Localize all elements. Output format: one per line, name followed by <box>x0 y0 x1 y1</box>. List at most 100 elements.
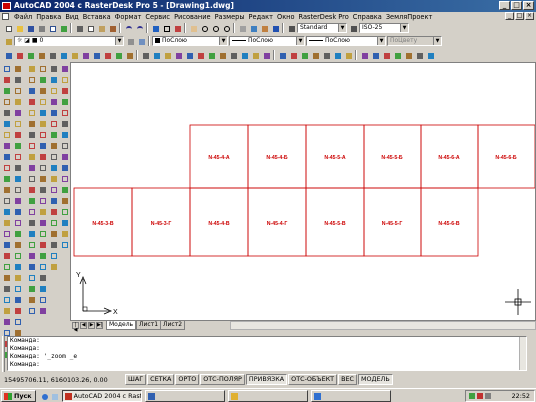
pan-icon[interactable] <box>188 23 198 33</box>
chevron-down-icon[interactable]: ▼ <box>377 37 385 45</box>
raster-edit-icon[interactable] <box>37 129 47 138</box>
dimension-tool-icon[interactable] <box>59 85 69 94</box>
draw-tool-icon[interactable] <box>1 250 11 259</box>
raster-edit-icon[interactable] <box>37 118 47 127</box>
raster-tool-icon[interactable] <box>26 250 36 259</box>
quicklaunch-ie-icon[interactable] <box>39 391 49 401</box>
rasterdesk-tool-icon[interactable] <box>58 50 68 60</box>
object-snap-icon[interactable] <box>48 250 58 259</box>
draw-tool-icon[interactable] <box>1 184 11 193</box>
rasterdesk-tool-icon[interactable] <box>206 50 216 60</box>
object-snap-icon[interactable] <box>48 261 58 270</box>
object-snap-icon[interactable] <box>48 129 58 138</box>
dimension-tool-icon[interactable] <box>59 140 69 149</box>
modify-tool-icon[interactable] <box>12 305 22 314</box>
raster-tool-icon[interactable] <box>26 195 36 204</box>
dim-style-select[interactable]: ISO-25 ▼ <box>359 23 409 33</box>
dimension-tool-icon[interactable] <box>59 162 69 171</box>
rasterdesk-tool-icon[interactable] <box>47 50 57 60</box>
first-tab-icon[interactable]: |◀ <box>72 322 79 333</box>
rasterdesk-tool-icon[interactable] <box>151 50 161 60</box>
menu-modify[interactable]: Редакт <box>247 13 275 21</box>
draw-tool-icon[interactable] <box>1 118 11 127</box>
raster-edit-icon[interactable] <box>37 85 47 94</box>
raster-edit-icon[interactable] <box>37 195 47 204</box>
dimension-tool-icon[interactable] <box>59 129 69 138</box>
object-snap-icon[interactable] <box>48 74 58 83</box>
draw-tool-icon[interactable] <box>1 305 11 314</box>
minimize-button[interactable]: _ <box>499 1 510 10</box>
raster-edit-icon[interactable] <box>37 206 47 215</box>
text-style-select[interactable]: Standard ▼ <box>297 23 347 33</box>
menu-window[interactable]: Окно <box>275 13 297 21</box>
chevron-down-icon[interactable]: ▼ <box>296 37 304 45</box>
rasterdesk-tool-icon[interactable] <box>217 50 227 60</box>
draw-tool-icon[interactable] <box>1 195 11 204</box>
layer-previous-icon[interactable] <box>136 36 146 46</box>
raster-tool-icon[interactable] <box>26 74 36 83</box>
raster-edit-icon[interactable] <box>37 107 47 116</box>
last-tab-icon[interactable]: ▶| <box>96 322 103 329</box>
new-icon[interactable] <box>3 23 13 33</box>
rasterdesk-tool-icon[interactable] <box>381 50 391 60</box>
menu-file[interactable]: Файл <box>12 13 34 21</box>
raster-edit-icon[interactable] <box>37 74 47 83</box>
paste-icon[interactable] <box>96 23 106 33</box>
save-icon[interactable] <box>25 23 35 33</box>
chevron-down-icon[interactable]: ▼ <box>338 24 346 32</box>
raster-tool-icon[interactable] <box>26 151 36 160</box>
task-button[interactable] <box>144 389 225 402</box>
object-snap-icon[interactable] <box>48 140 58 149</box>
rasterdesk-tool-icon[interactable] <box>124 50 134 60</box>
raster-edit-icon[interactable] <box>37 151 47 160</box>
coordinates-readout[interactable]: 15495706.11, 6160103.26, 0.00 <box>0 376 125 384</box>
prev-tab-icon[interactable]: ◀ <box>80 322 87 329</box>
raster-tool-icon[interactable] <box>26 217 36 226</box>
draw-tool-icon[interactable] <box>1 85 11 94</box>
draw-tool-icon[interactable] <box>1 283 11 292</box>
command-grip[interactable] <box>2 336 5 372</box>
rasterdesk-tool-icon[interactable] <box>162 50 172 60</box>
model-toggle[interactable]: МОДЕЛЬ <box>357 374 393 385</box>
menu-rasterdesk[interactable]: RasterDesk Pro <box>297 13 351 21</box>
object-snap-icon[interactable] <box>48 228 58 237</box>
cut-icon[interactable] <box>74 23 84 33</box>
modify-tool-icon[interactable] <box>12 316 22 325</box>
layer-select[interactable]: ☼ ◪ ■ 0 ▼ <box>14 36 124 46</box>
menu-insert[interactable]: Вставка <box>81 13 113 21</box>
draw-tool-icon[interactable] <box>1 261 11 270</box>
raster-tool-icon[interactable] <box>26 239 36 248</box>
menu-zemlyaproekt[interactable]: ЗемляПроект <box>384 13 435 21</box>
publish-icon[interactable] <box>58 23 68 33</box>
rasterdesk-tool-icon[interactable] <box>173 50 183 60</box>
undo-icon[interactable] <box>123 23 133 33</box>
modify-tool-icon[interactable] <box>12 217 22 226</box>
rasterdesk-tool-icon[interactable] <box>113 50 123 60</box>
rasterdesk-tool-icon[interactable] <box>403 50 413 60</box>
modify-tool-icon[interactable] <box>12 327 22 336</box>
tray-network-icon[interactable] <box>469 393 475 399</box>
command-scrollbar[interactable] <box>519 337 526 370</box>
raster-edit-icon[interactable] <box>37 63 47 72</box>
raster-tool-icon[interactable] <box>26 305 36 314</box>
raster-edit-icon[interactable] <box>37 283 47 292</box>
preview-icon[interactable] <box>47 23 57 33</box>
draw-tool-icon[interactable] <box>1 228 11 237</box>
grid-toggle[interactable]: СЕТКА <box>147 374 175 385</box>
modify-tool-icon[interactable] <box>12 118 22 127</box>
next-tab-icon[interactable]: ▶ <box>88 322 95 329</box>
dimension-tool-icon[interactable] <box>59 118 69 127</box>
object-snap-icon[interactable] <box>48 217 58 226</box>
zoom-previous-icon[interactable] <box>221 23 231 33</box>
rasterdesk-tool-icon[interactable] <box>332 50 342 60</box>
menu-tools[interactable]: Сервис <box>143 13 172 21</box>
raster-edit-icon[interactable] <box>37 140 47 149</box>
modify-tool-icon[interactable] <box>12 107 22 116</box>
object-snap-icon[interactable] <box>48 162 58 171</box>
rasterdesk-tool-icon[interactable] <box>370 50 380 60</box>
dimension-tool-icon[interactable] <box>59 195 69 204</box>
object-snap-icon[interactable] <box>48 118 58 127</box>
rasterdesk-tool-icon[interactable] <box>359 50 369 60</box>
raster-edit-icon[interactable] <box>37 294 47 303</box>
raster-edit-icon[interactable] <box>37 173 47 182</box>
